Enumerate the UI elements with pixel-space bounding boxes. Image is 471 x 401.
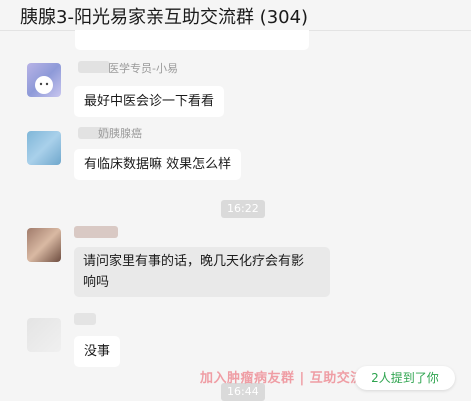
watermark-text: 加入肿瘤病友群 | 互助交流 xyxy=(200,371,364,386)
message-bubble[interactable]: 没事 xyxy=(74,336,121,367)
avatar[interactable] xyxy=(27,63,61,97)
avatar[interactable] xyxy=(27,228,61,262)
blurred-name xyxy=(74,226,118,238)
message-line: 请问家里有事的话，晚几天化疗会有影 xyxy=(83,254,305,269)
message-bubble[interactable]: 请问家里有事的话，晚几天化疗会有影 响吗 xyxy=(74,247,330,297)
timestamp: 16:22 xyxy=(221,200,265,218)
message-bubble[interactable]: 有临床数据嘛 效果怎么样 xyxy=(74,149,242,180)
message-bubble[interactable]: 最好中医会诊一下看看 xyxy=(74,86,225,117)
mention-badge[interactable]: 2人提到了你 xyxy=(355,366,455,390)
blurred-name xyxy=(74,313,96,325)
blurred-name xyxy=(78,61,110,73)
sender-name: 奶胰腺癌 xyxy=(98,127,142,140)
message-line: 响吗 xyxy=(83,275,110,290)
sender-name: 医学专员-小易 xyxy=(108,62,178,75)
avatar[interactable] xyxy=(27,131,61,165)
message-bubble-cut xyxy=(75,30,309,50)
avatar[interactable] xyxy=(27,318,61,352)
cartoon-face-icon xyxy=(35,76,53,94)
chat-title: 胰腺3-阳光易家亲互助交流群 (304) xyxy=(20,7,309,28)
title-bar: 胰腺3-阳光易家亲互助交流群 (304) xyxy=(0,0,471,31)
